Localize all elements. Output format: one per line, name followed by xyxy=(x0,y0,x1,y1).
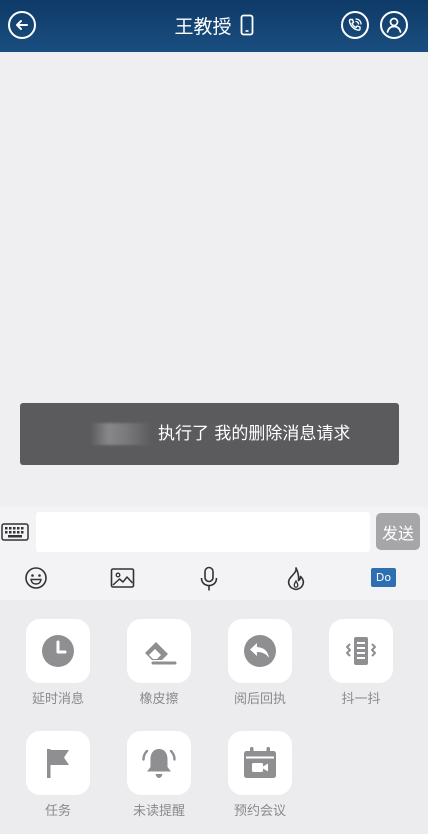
tile-box xyxy=(26,619,90,683)
user-icon xyxy=(386,17,402,33)
tile-label: 阅后回执 xyxy=(233,692,286,707)
profile-button[interactable] xyxy=(380,11,408,39)
tile-label: 延时消息 xyxy=(31,692,84,707)
delayed-message-item[interactable]: 延时消息 xyxy=(25,619,91,708)
flag-icon xyxy=(47,749,69,778)
tile-box xyxy=(127,731,191,795)
header-bar: 王教授 xyxy=(0,0,428,52)
message-input[interactable] xyxy=(36,512,370,552)
send-button[interactable]: 发送 xyxy=(376,513,420,550)
do-icon[interactable]: Do xyxy=(371,568,396,587)
burn-after-reading-icon[interactable] xyxy=(284,566,308,592)
shake-item[interactable]: 抖一抖 xyxy=(328,619,394,708)
tile-label: 未读提醒 xyxy=(132,804,185,819)
scheduled-meeting-item[interactable]: 预约会议 xyxy=(227,731,293,820)
do-label: Do xyxy=(375,571,392,584)
meeting-icon xyxy=(244,747,276,778)
read-receipt-item[interactable]: 阅后回执 xyxy=(227,619,293,708)
tile-box xyxy=(329,619,393,683)
eraser-icon xyxy=(145,642,177,665)
tile-label: 橡皮擦 xyxy=(139,692,179,707)
tile-label: 抖一抖 xyxy=(341,692,381,707)
bell-icon xyxy=(142,749,176,778)
tile-box xyxy=(228,619,292,683)
input-toolbar: Do xyxy=(0,557,428,600)
microphone-icon[interactable] xyxy=(199,566,219,592)
tile-box xyxy=(26,731,90,795)
more-functions-panel: 延时消息 橡皮擦 阅后回执 抖一抖 任务 未读提醒 预约会议 xyxy=(0,600,428,834)
mobile-phone-icon xyxy=(240,14,253,36)
tile-box xyxy=(127,619,191,683)
eraser-item[interactable]: 橡皮擦 xyxy=(126,619,192,708)
keyboard-icon[interactable] xyxy=(1,523,29,541)
image-icon[interactable] xyxy=(110,566,135,590)
blurred-username xyxy=(90,423,152,445)
contact-name: 王教授 xyxy=(174,16,232,38)
reply-icon xyxy=(244,635,276,667)
input-bar: 发送 xyxy=(0,507,428,557)
tile-box xyxy=(228,731,292,795)
call-button[interactable] xyxy=(341,11,369,39)
phone-call-icon xyxy=(348,18,362,31)
clock-icon xyxy=(42,635,74,667)
tile-label: 任务 xyxy=(44,804,71,819)
toast-text: 执行了 我的删除消息请求 xyxy=(158,424,351,444)
task-item[interactable]: 任务 xyxy=(25,731,91,820)
unread-reminder-item[interactable]: 未读提醒 xyxy=(126,731,192,820)
toast-message: 执行了 我的删除消息请求 xyxy=(20,403,399,465)
tile-label: 预约会议 xyxy=(233,804,286,819)
emoji-icon[interactable] xyxy=(24,566,48,590)
vibrate-icon xyxy=(346,637,376,665)
